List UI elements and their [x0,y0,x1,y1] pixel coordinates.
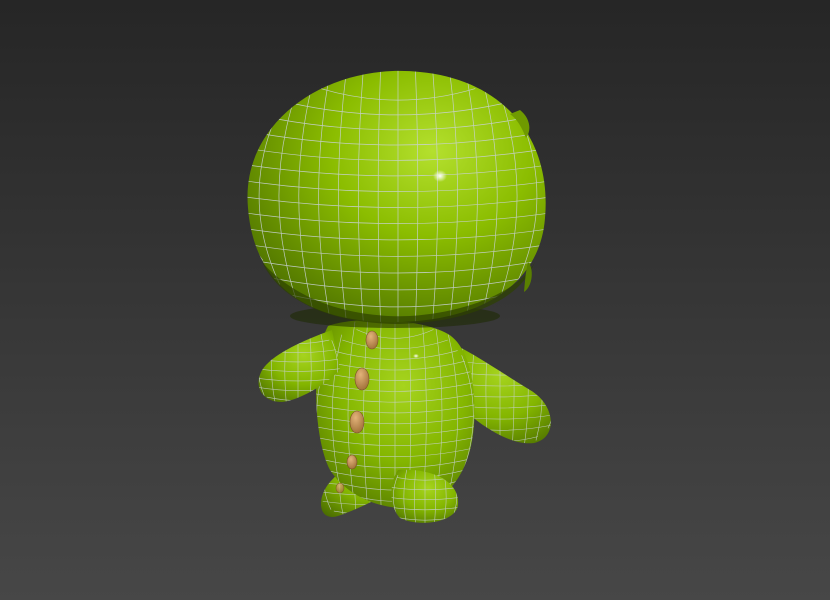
dinosaur-wireframe-model[interactable] [0,0,830,600]
spike-1 [365,330,379,350]
spike-4 [346,454,358,470]
spike-3 [349,410,365,434]
head [247,70,546,324]
3d-viewport[interactable] [0,0,830,600]
spike-2 [354,367,370,391]
head-specular-highlight [433,170,447,182]
spike-5 [335,482,345,494]
